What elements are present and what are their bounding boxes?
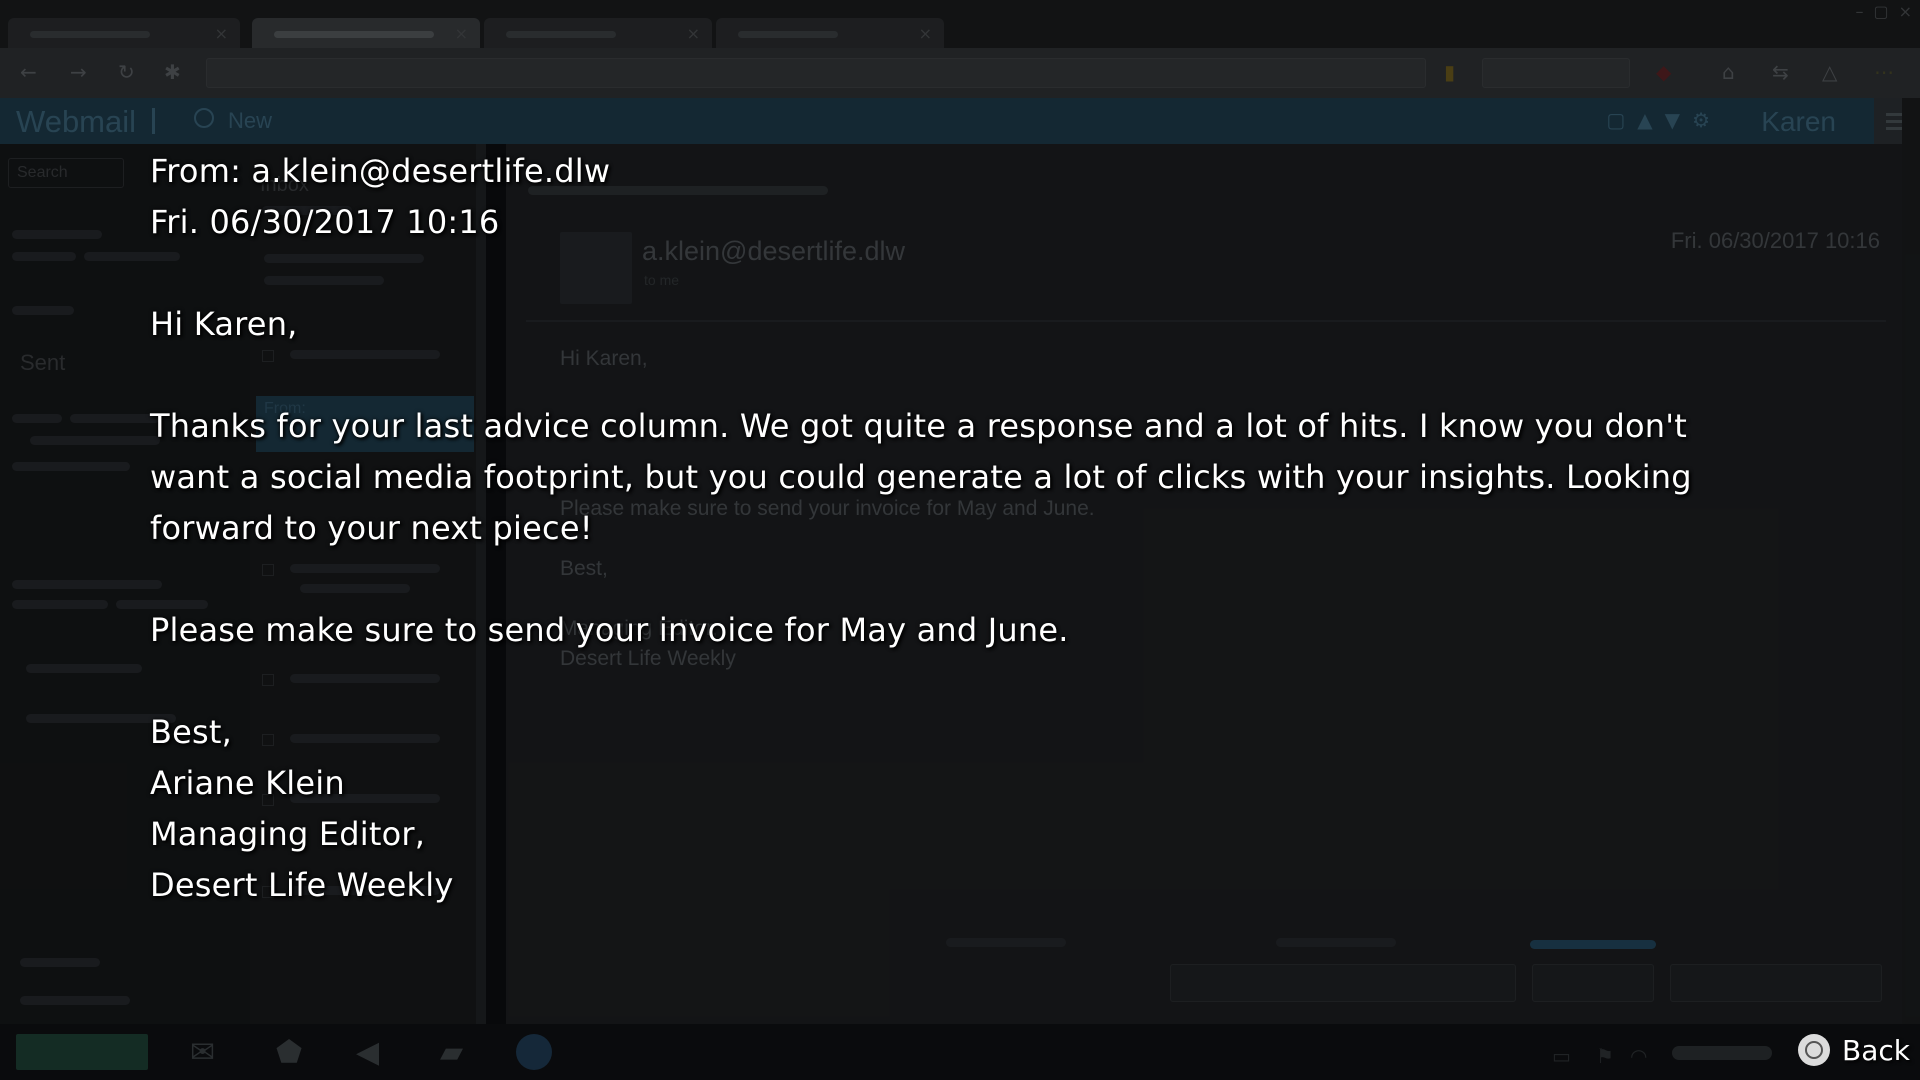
transcript-sender-name: Ariane Klein: [150, 764, 345, 802]
circle-button-icon: [1798, 1034, 1831, 1066]
transcript-title-line: Managing Editor,: [150, 815, 426, 853]
back-label: Back: [1842, 1033, 1910, 1067]
transcript-invoice-line: Please make sure to send your invoice fo…: [150, 611, 1069, 649]
transcript-publication: Desert Life Weekly: [150, 866, 454, 904]
transcript-signoff: Best,: [150, 713, 233, 751]
transcript-greeting: Hi Karen,: [150, 305, 298, 343]
transcript-paragraph: Thanks for your last advice column. We g…: [150, 407, 1692, 547]
game-screen: × × × × – ▢ × ← → ↻ ✱ ▮ ◆ ⌂ ⇆ △ ⋯ Webmai…: [0, 0, 1920, 1080]
transcript-from-line: From: a.klein@desertlife.dlw: [150, 152, 611, 190]
back-prompt[interactable]: Back: [1798, 1032, 1910, 1068]
email-transcript: From: a.klein@desertlife.dlw Fri. 06/30/…: [150, 146, 1770, 911]
transcript-date-line: Fri. 06/30/2017 10:16: [150, 203, 500, 241]
